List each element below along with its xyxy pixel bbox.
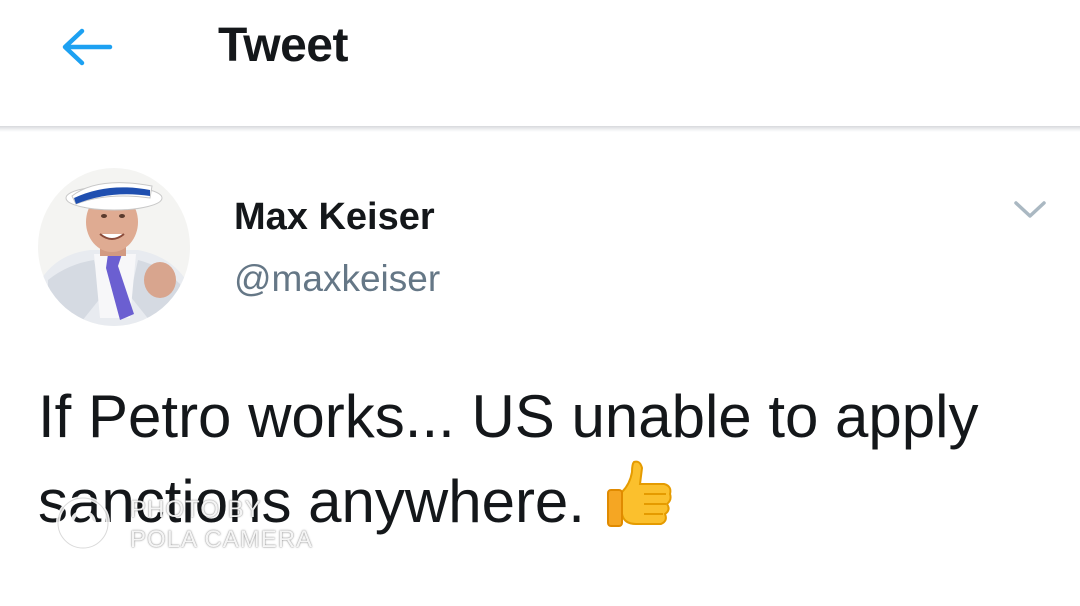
header-divider	[0, 126, 1080, 132]
author-name[interactable]: Max Keiser	[234, 196, 435, 239]
tweet-body: If Petro works... US unable to apply san…	[38, 383, 979, 535]
back-button[interactable]	[56, 22, 116, 72]
page-title: Tweet	[218, 19, 348, 72]
avatar-image	[38, 168, 190, 326]
arrow-left-icon	[62, 28, 113, 66]
avatar[interactable]	[38, 168, 190, 326]
app-header: Tweet	[0, 0, 1080, 128]
chevron-down-icon	[1014, 201, 1046, 218]
tweet-text: If Petro works... US unable to apply san…	[38, 376, 1048, 553]
author-handle[interactable]: @maxkeiser	[234, 258, 440, 300]
tweet-detail-screen: Tweet Max Keiser @maxkeiser If Petro wor…	[0, 0, 1080, 606]
tweet-menu-button[interactable]	[1008, 192, 1052, 228]
thumbs-up-icon	[606, 458, 674, 553]
